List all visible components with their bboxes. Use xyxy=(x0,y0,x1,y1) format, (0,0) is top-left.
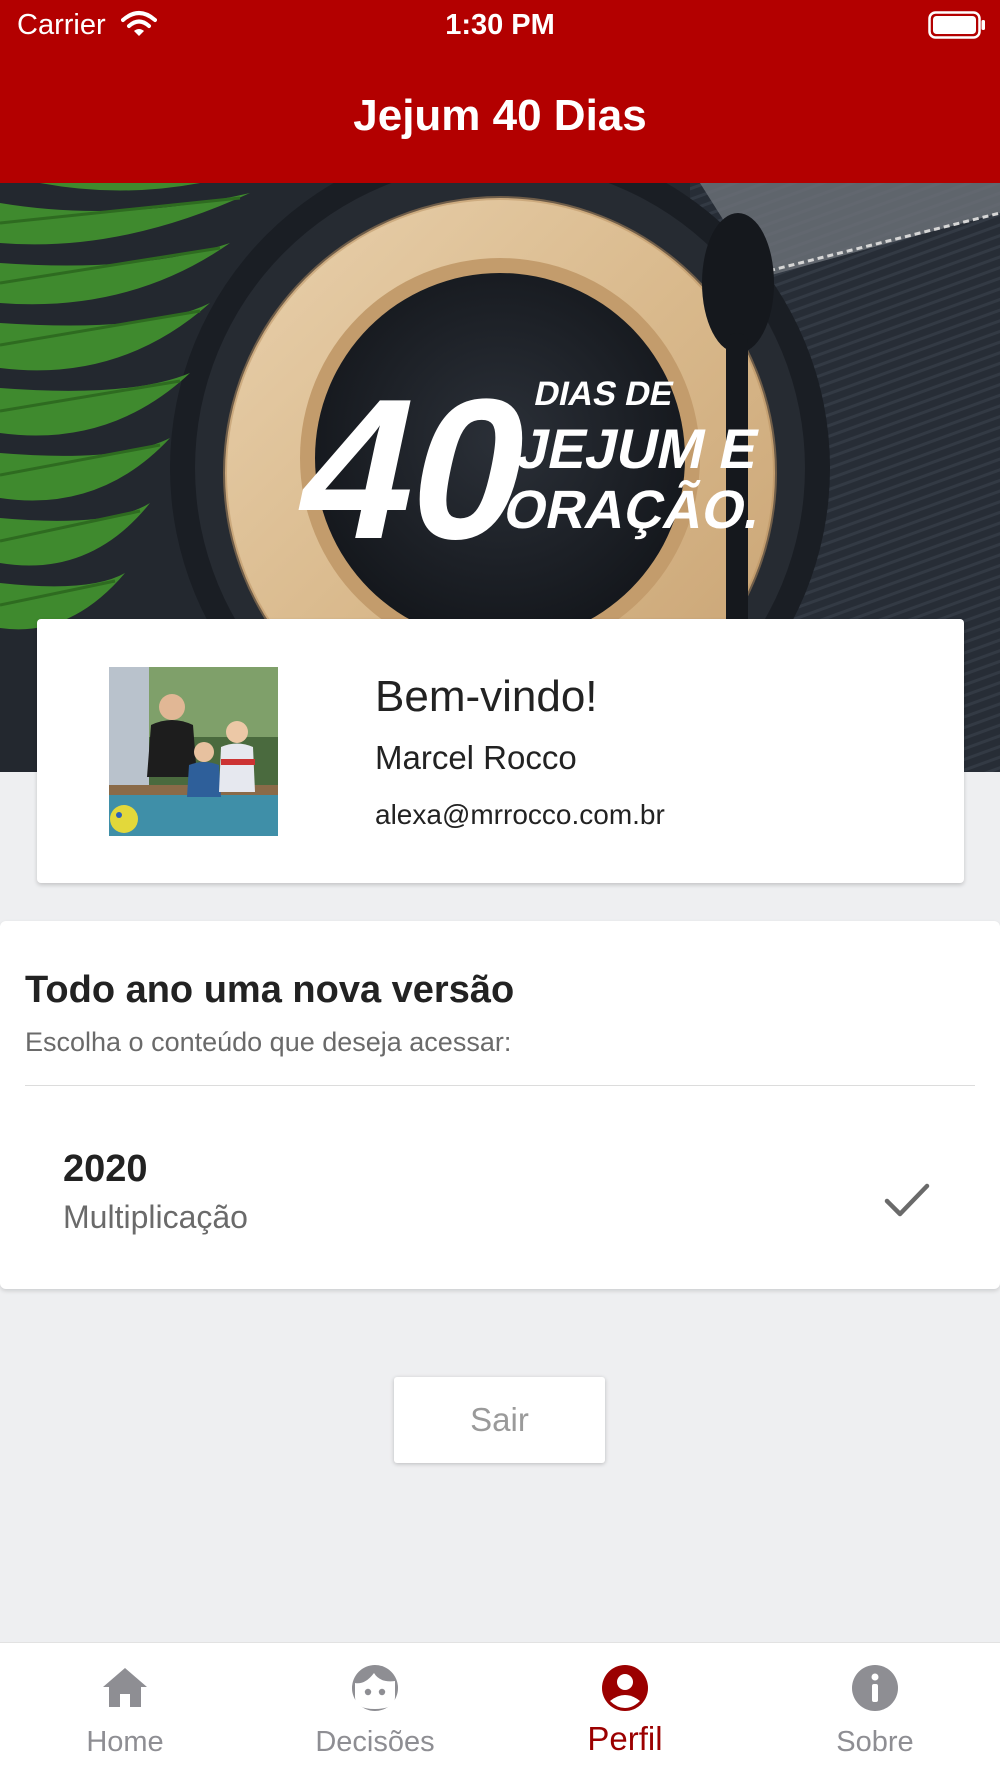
hero-line-2: JEJUM E xyxy=(512,418,765,480)
version-name: Multiplicação xyxy=(63,1199,248,1235)
person-icon xyxy=(600,1663,650,1718)
check-icon xyxy=(884,1182,930,1223)
tab-home[interactable]: Home xyxy=(0,1643,250,1779)
tab-decisoes[interactable]: Decisões xyxy=(250,1643,500,1779)
tab-sobre[interactable]: Sobre xyxy=(750,1643,1000,1779)
profile-card: Bem-vindo! Marcel Rocco alexa@mrrocco.co… xyxy=(37,619,964,883)
avatar[interactable] xyxy=(109,667,278,836)
version-item-2020[interactable]: 2020 Multiplicação xyxy=(0,1086,1000,1276)
user-email: alexa@mrrocco.com.br xyxy=(375,799,665,830)
hero-line-1: DIAS DE xyxy=(531,375,677,413)
tab-bar: Home Decisões Perfil Sobre xyxy=(0,1642,1000,1779)
tab-label: Perfil xyxy=(587,1720,663,1757)
section-title: Todo ano uma nova versão xyxy=(25,969,515,1011)
tab-perfil[interactable]: Perfil xyxy=(500,1643,750,1779)
logout-button[interactable]: Sair xyxy=(394,1377,605,1463)
section-subtitle: Escolha o conteúdo que deseja acessar: xyxy=(25,1027,512,1057)
tab-label: Decisões xyxy=(315,1726,435,1758)
user-name: Marcel Rocco xyxy=(375,739,577,776)
version-year: 2020 xyxy=(63,1148,148,1190)
tab-label: Home xyxy=(86,1726,164,1758)
welcome-text: Bem-vindo! xyxy=(375,672,598,721)
top-bar: Carrier 1:30 PM Jejum 40 Dias xyxy=(0,0,1000,183)
hero-line-3: ORAÇÃO. xyxy=(499,479,767,540)
info-icon xyxy=(850,1663,900,1718)
version-section: Todo ano uma nova versão Escolha o conte… xyxy=(0,921,1000,1289)
status-time: 1:30 PM xyxy=(445,9,555,41)
face-icon xyxy=(350,1663,400,1718)
hero-number: 40 xyxy=(281,357,551,580)
tab-label: Sobre xyxy=(836,1726,914,1758)
battery-icon xyxy=(928,11,986,44)
home-icon xyxy=(100,1663,150,1718)
page-title: Jejum 40 Dias xyxy=(353,91,647,140)
